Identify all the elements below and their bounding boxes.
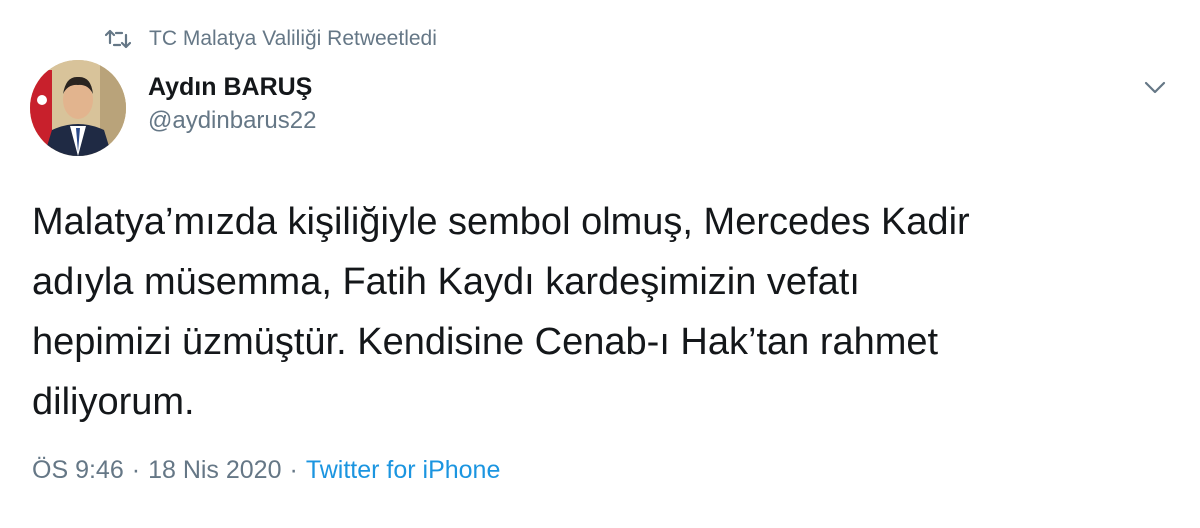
user-handle[interactable]: @aydinbarus22	[148, 104, 316, 138]
avatar-image	[30, 60, 126, 156]
display-name[interactable]: Aydın BARUŞ	[148, 70, 316, 104]
chevron-down-icon[interactable]	[1140, 72, 1170, 102]
tweet-meta: ÖS 9:46 · 18 Nis 2020 · Twitter for iPho…	[32, 456, 500, 485]
retweet-icon	[105, 29, 131, 49]
tweet-time[interactable]: ÖS 9:46	[32, 456, 124, 485]
retweet-context[interactable]: TC Malatya Valiliği Retweetledi	[105, 22, 437, 56]
tweet-date[interactable]: 18 Nis 2020	[148, 456, 281, 485]
meta-separator: ·	[289, 456, 298, 484]
tweet-card: TC Malatya Valiliği Retweetledi Aydın BA…	[0, 0, 1200, 528]
author-info[interactable]: Aydın BARUŞ @aydinbarus22	[148, 70, 316, 138]
avatar[interactable]	[30, 60, 126, 156]
retweet-label: TC Malatya Valiliği Retweetledi	[149, 27, 437, 50]
tweet-text: Malatya’mızda kişiliğiyle sembol olmuş, …	[32, 201, 970, 423]
tweet-source-link[interactable]: Twitter for iPhone	[306, 456, 501, 485]
meta-separator: ·	[131, 456, 141, 484]
